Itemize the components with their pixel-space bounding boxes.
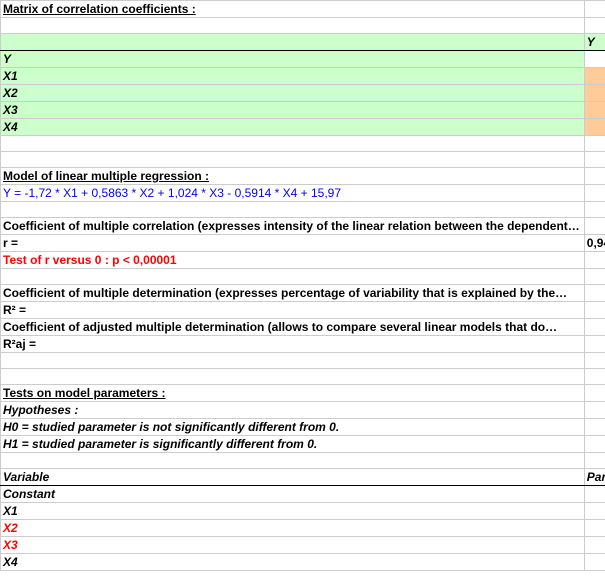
corr-cell: 0,192 [584, 68, 605, 85]
param-row: X4 -0,5914 1,278 -0,4627 0,65 [ -3,316 ;… [1, 554, 605, 571]
ph-variable: Variable [1, 469, 585, 486]
model-equation: Y = -1,72 * X1 + 0,5863 * X2 + 1,024 * X… [1, 185, 585, 202]
param-val: -1,72 [584, 503, 605, 520]
hypotheses-label: Hypotheses : [1, 402, 585, 419]
corr-cell: 0,736 [584, 119, 605, 136]
param-row: X2 0,5863 0,08748 6,702 0,00001 [ 0,3999… [1, 520, 605, 537]
r2aj-value: 87,60% [584, 336, 605, 353]
model-title: Model of linear multiple regression : [1, 168, 585, 185]
h0-text: H0 = studied parameter is not significan… [1, 419, 585, 436]
param-val: -0,5914 [584, 554, 605, 571]
param-val: 15,97 [584, 486, 605, 503]
spreadsheet-grid[interactable]: Matrix of correlation coefficients : Y X… [0, 0, 605, 571]
corr-row-x4: X4 [1, 119, 585, 136]
corr-corner [1, 34, 585, 51]
h1-text: H1 = studied parameter is significantly … [1, 436, 585, 453]
corr-cell: 0,334 [584, 102, 605, 119]
r-value: 0,94978945 [584, 235, 605, 252]
param-var: X1 [1, 503, 585, 520]
param-row: X3 1,024 0,4159 2,462 0,026 [ 0,1376 ; 1… [1, 537, 605, 554]
param-row: X1 -1,72 1,214 -1,417 0,18 [ -4,306 ; 0,… [1, 503, 605, 520]
corr-cell: 1 [584, 51, 605, 68]
corr-row-x2: X2 [1, 85, 585, 102]
r2-value: 90,21% [584, 302, 605, 319]
r-test: Test of r versus 0 : p < 0,00001 [1, 252, 585, 269]
corr-row-y: Y [1, 51, 585, 68]
param-row: Constant 15,97 12,45 1,282 0,22 [ -10,58… [1, 486, 605, 503]
tests-title: Tests on model parameters : [1, 385, 585, 402]
multi-corr-title: Coefficient of multiple correlation (exp… [1, 218, 585, 235]
corr-title: Matrix of correlation coefficients : [1, 1, 585, 18]
param-var: X4 [1, 554, 585, 571]
r-label: r = [1, 235, 585, 252]
param-val: 1,024 [584, 537, 605, 554]
r2aj-label: R²aj = [1, 336, 585, 353]
param-var: X2 [1, 520, 585, 537]
adj-title: Coefficient of adjusted multiple determi… [1, 319, 585, 336]
corr-col-y: Y [584, 34, 605, 51]
param-var: Constant [1, 486, 585, 503]
param-val: 0,5863 [584, 520, 605, 537]
multi-det-title: Coefficient of multiple determination (e… [1, 285, 585, 302]
corr-cell: 0,927 [584, 85, 605, 102]
param-var: X3 [1, 537, 585, 554]
r2-label: R² = [1, 302, 585, 319]
ph-parameter: Parameter [584, 469, 605, 486]
corr-row-x1: X1 [1, 68, 585, 85]
corr-row-x3: X3 [1, 102, 585, 119]
